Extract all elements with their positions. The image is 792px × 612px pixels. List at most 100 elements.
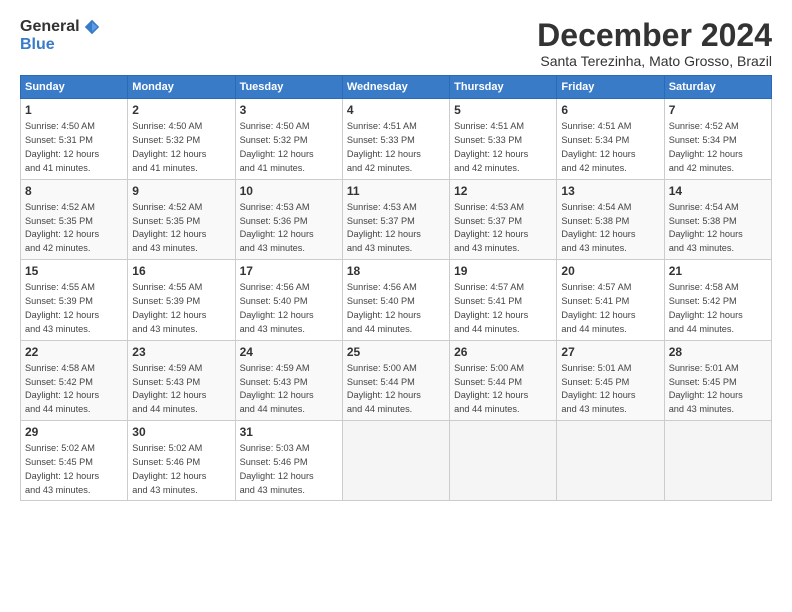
day-content: Sunrise: 4:55 AMSunset: 5:39 PMDaylight:… [132,282,206,333]
day-number: 27 [561,344,659,360]
calendar-cell: 10 Sunrise: 4:53 AMSunset: 5:36 PMDaylig… [235,179,342,259]
calendar-week-row: 8 Sunrise: 4:52 AMSunset: 5:35 PMDayligh… [21,179,772,259]
day-content: Sunrise: 4:52 AMSunset: 5:35 PMDaylight:… [25,202,99,253]
day-content: Sunrise: 4:54 AMSunset: 5:38 PMDaylight:… [561,202,635,253]
calendar-cell: 24 Sunrise: 4:59 AMSunset: 5:43 PMDaylig… [235,340,342,420]
calendar-cell: 31 Sunrise: 5:03 AMSunset: 5:46 PMDaylig… [235,420,342,500]
day-number: 4 [347,102,445,118]
calendar-week-row: 29 Sunrise: 5:02 AMSunset: 5:45 PMDaylig… [21,420,772,500]
day-content: Sunrise: 4:53 AMSunset: 5:37 PMDaylight:… [347,202,421,253]
day-content: Sunrise: 5:02 AMSunset: 5:45 PMDaylight:… [25,443,99,494]
calendar-cell: 20 Sunrise: 4:57 AMSunset: 5:41 PMDaylig… [557,260,664,340]
logo-blue-text: Blue [20,36,55,54]
calendar-cell [342,420,449,500]
calendar-cell: 21 Sunrise: 4:58 AMSunset: 5:42 PMDaylig… [664,260,771,340]
location-subtitle: Santa Terezinha, Mato Grosso, Brazil [537,53,772,69]
day-content: Sunrise: 4:53 AMSunset: 5:36 PMDaylight:… [240,202,314,253]
day-content: Sunrise: 4:57 AMSunset: 5:41 PMDaylight:… [454,282,528,333]
day-content: Sunrise: 4:59 AMSunset: 5:43 PMDaylight:… [132,363,206,414]
day-number: 20 [561,263,659,279]
day-number: 26 [454,344,552,360]
calendar-cell: 26 Sunrise: 5:00 AMSunset: 5:44 PMDaylig… [450,340,557,420]
calendar-cell: 12 Sunrise: 4:53 AMSunset: 5:37 PMDaylig… [450,179,557,259]
day-content: Sunrise: 4:52 AMSunset: 5:35 PMDaylight:… [132,202,206,253]
day-number: 18 [347,263,445,279]
day-number: 29 [25,424,123,440]
day-content: Sunrise: 4:53 AMSunset: 5:37 PMDaylight:… [454,202,528,253]
day-number: 2 [132,102,230,118]
logo-icon [83,18,101,36]
day-number: 16 [132,263,230,279]
calendar-cell: 27 Sunrise: 5:01 AMSunset: 5:45 PMDaylig… [557,340,664,420]
day-number: 28 [669,344,767,360]
calendar-cell: 25 Sunrise: 5:00 AMSunset: 5:44 PMDaylig… [342,340,449,420]
day-number: 10 [240,183,338,199]
day-content: Sunrise: 4:57 AMSunset: 5:41 PMDaylight:… [561,282,635,333]
logo-general-text: General [20,18,80,36]
calendar-week-row: 1 Sunrise: 4:50 AMSunset: 5:31 PMDayligh… [21,99,772,179]
day-number: 24 [240,344,338,360]
weekday-header-cell: Friday [557,76,664,99]
calendar-cell: 15 Sunrise: 4:55 AMSunset: 5:39 PMDaylig… [21,260,128,340]
calendar-cell: 4 Sunrise: 4:51 AMSunset: 5:33 PMDayligh… [342,99,449,179]
day-content: Sunrise: 4:52 AMSunset: 5:34 PMDaylight:… [669,121,743,172]
calendar-cell: 14 Sunrise: 4:54 AMSunset: 5:38 PMDaylig… [664,179,771,259]
day-content: Sunrise: 5:02 AMSunset: 5:46 PMDaylight:… [132,443,206,494]
day-number: 25 [347,344,445,360]
weekday-header-cell: Monday [128,76,235,99]
day-content: Sunrise: 4:56 AMSunset: 5:40 PMDaylight:… [347,282,421,333]
day-number: 22 [25,344,123,360]
day-content: Sunrise: 4:58 AMSunset: 5:42 PMDaylight:… [669,282,743,333]
calendar-cell: 29 Sunrise: 5:02 AMSunset: 5:45 PMDaylig… [21,420,128,500]
day-number: 14 [669,183,767,199]
title-block: December 2024 Santa Terezinha, Mato Gros… [537,18,772,69]
calendar-cell: 11 Sunrise: 4:53 AMSunset: 5:37 PMDaylig… [342,179,449,259]
day-content: Sunrise: 4:55 AMSunset: 5:39 PMDaylight:… [25,282,99,333]
calendar-cell: 1 Sunrise: 4:50 AMSunset: 5:31 PMDayligh… [21,99,128,179]
calendar-cell: 17 Sunrise: 4:56 AMSunset: 5:40 PMDaylig… [235,260,342,340]
calendar-cell: 19 Sunrise: 4:57 AMSunset: 5:41 PMDaylig… [450,260,557,340]
day-number: 13 [561,183,659,199]
calendar-cell [557,420,664,500]
day-content: Sunrise: 4:51 AMSunset: 5:33 PMDaylight:… [454,121,528,172]
calendar-cell: 30 Sunrise: 5:02 AMSunset: 5:46 PMDaylig… [128,420,235,500]
weekday-header-cell: Wednesday [342,76,449,99]
calendar-week-row: 22 Sunrise: 4:58 AMSunset: 5:42 PMDaylig… [21,340,772,420]
weekday-header-cell: Tuesday [235,76,342,99]
weekday-header-row: SundayMondayTuesdayWednesdayThursdayFrid… [21,76,772,99]
day-content: Sunrise: 4:50 AMSunset: 5:32 PMDaylight:… [240,121,314,172]
day-number: 3 [240,102,338,118]
calendar-cell: 2 Sunrise: 4:50 AMSunset: 5:32 PMDayligh… [128,99,235,179]
weekday-header-cell: Thursday [450,76,557,99]
day-number: 9 [132,183,230,199]
day-content: Sunrise: 5:00 AMSunset: 5:44 PMDaylight:… [454,363,528,414]
day-content: Sunrise: 4:51 AMSunset: 5:34 PMDaylight:… [561,121,635,172]
calendar-table: SundayMondayTuesdayWednesdayThursdayFrid… [20,75,772,501]
day-number: 6 [561,102,659,118]
weekday-header-cell: Sunday [21,76,128,99]
day-number: 7 [669,102,767,118]
day-content: Sunrise: 4:58 AMSunset: 5:42 PMDaylight:… [25,363,99,414]
page: General Blue December 2024 Santa Terezin… [0,0,792,612]
calendar-cell [450,420,557,500]
day-content: Sunrise: 4:59 AMSunset: 5:43 PMDaylight:… [240,363,314,414]
header: General Blue December 2024 Santa Terezin… [20,18,772,69]
day-content: Sunrise: 4:56 AMSunset: 5:40 PMDaylight:… [240,282,314,333]
day-content: Sunrise: 4:50 AMSunset: 5:32 PMDaylight:… [132,121,206,172]
day-number: 23 [132,344,230,360]
month-title: December 2024 [537,18,772,53]
day-number: 21 [669,263,767,279]
calendar-cell: 16 Sunrise: 4:55 AMSunset: 5:39 PMDaylig… [128,260,235,340]
calendar-cell: 6 Sunrise: 4:51 AMSunset: 5:34 PMDayligh… [557,99,664,179]
day-number: 31 [240,424,338,440]
calendar-cell: 28 Sunrise: 5:01 AMSunset: 5:45 PMDaylig… [664,340,771,420]
calendar-cell: 3 Sunrise: 4:50 AMSunset: 5:32 PMDayligh… [235,99,342,179]
day-number: 12 [454,183,552,199]
calendar-cell: 23 Sunrise: 4:59 AMSunset: 5:43 PMDaylig… [128,340,235,420]
day-number: 5 [454,102,552,118]
calendar-cell: 8 Sunrise: 4:52 AMSunset: 5:35 PMDayligh… [21,179,128,259]
calendar-week-row: 15 Sunrise: 4:55 AMSunset: 5:39 PMDaylig… [21,260,772,340]
calendar-cell [664,420,771,500]
calendar-cell: 9 Sunrise: 4:52 AMSunset: 5:35 PMDayligh… [128,179,235,259]
day-content: Sunrise: 4:50 AMSunset: 5:31 PMDaylight:… [25,121,99,172]
